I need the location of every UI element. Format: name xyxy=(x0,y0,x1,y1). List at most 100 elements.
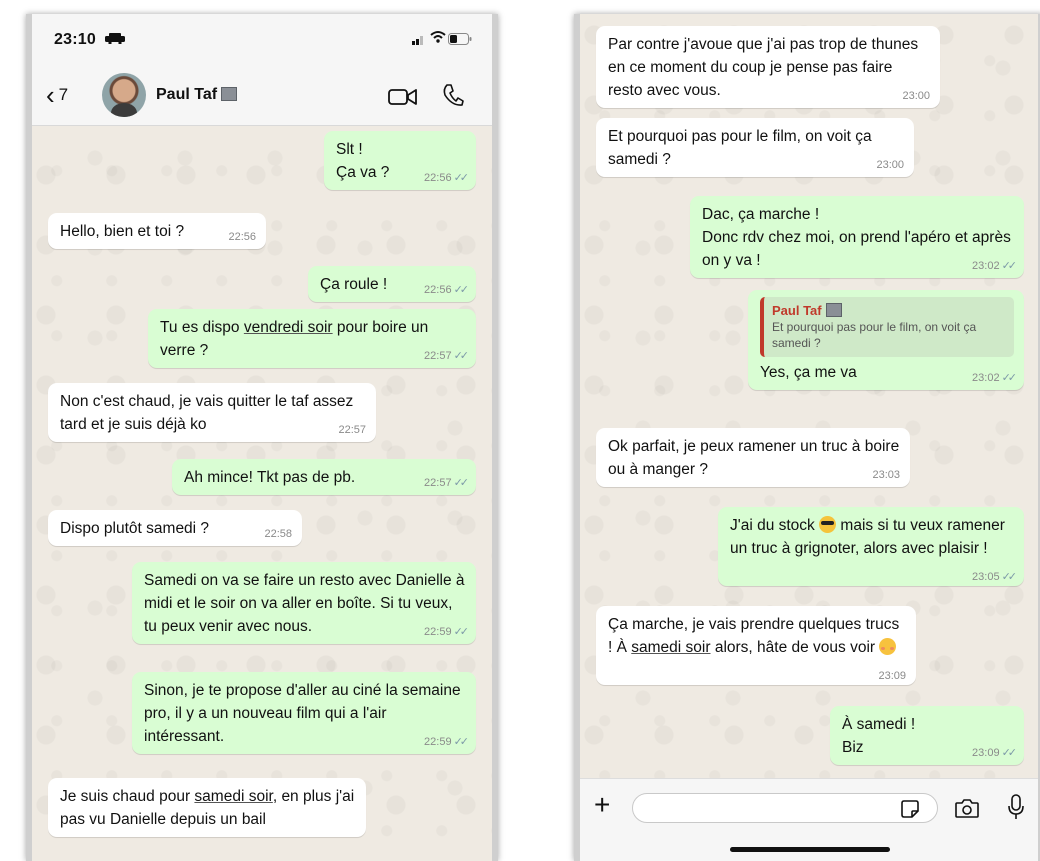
message-incoming[interactable]: Ça marche, je vais prendre quelques truc… xyxy=(596,606,916,685)
message-text: À samedi ! xyxy=(842,716,916,733)
message-time: 22:58 xyxy=(264,528,292,540)
phone-icon[interactable] xyxy=(442,83,464,107)
message-time: 22:56 xyxy=(424,284,452,296)
message-text: Ah mince! Tkt pas de pb. xyxy=(184,469,356,486)
back-button[interactable]: ‹ 7 xyxy=(46,82,68,108)
quoted-text: Et pourquoi pas pour le film, on voit ça… xyxy=(772,320,977,350)
sticker-icon[interactable] xyxy=(900,799,920,819)
message-time: 23:03 xyxy=(872,469,900,481)
sunglasses-emoji-icon xyxy=(819,516,837,533)
message-time: 23:00 xyxy=(902,90,930,102)
message-outgoing[interactable]: Dac, ça marche ! Donc rdv chez moi, on p… xyxy=(690,196,1024,278)
contact-name-text: Paul Taf xyxy=(156,86,218,103)
building-emoji-icon xyxy=(825,303,842,317)
chat-screen-right: Par contre j'avoue que j'ai pas trop de … xyxy=(574,14,1040,861)
battery-icon xyxy=(448,33,472,45)
avatar[interactable] xyxy=(102,73,146,117)
chat-header: ‹ 7 Paul Taf xyxy=(32,66,492,126)
message-text: J'ai du stock xyxy=(730,517,815,534)
message-text: Non c'est chaud, je vais quitter le taf … xyxy=(60,393,354,433)
message-incoming[interactable]: Dispo plutôt samedi ? 22:58 xyxy=(48,510,302,546)
message-text: Slt ! xyxy=(336,141,363,158)
message-text: Dispo plutôt samedi ? xyxy=(60,520,210,537)
date-link[interactable]: samedi soir xyxy=(194,788,272,805)
read-receipt-icon: ✓✓ xyxy=(453,626,470,638)
message-text: Biz xyxy=(842,739,864,756)
message-incoming[interactable]: Par contre j'avoue que j'ai pas trop de … xyxy=(596,26,940,108)
read-receipt-icon: ✓✓ xyxy=(453,477,470,489)
message-text: Je suis chaud pour xyxy=(60,788,195,805)
message-incoming[interactable]: Je suis chaud pour samedi soir, en plus … xyxy=(48,778,366,837)
message-time: 22:59 xyxy=(424,736,452,748)
read-receipt-icon: ✓✓ xyxy=(1001,747,1018,759)
message-text: Yes, ça me va xyxy=(760,364,857,381)
microphone-icon[interactable] xyxy=(1008,794,1024,820)
read-receipt-icon: ✓✓ xyxy=(453,350,470,362)
message-time: 22:57 xyxy=(424,350,452,362)
read-receipt-icon: ✓✓ xyxy=(453,172,470,184)
quoted-author: Paul Taf xyxy=(772,303,822,318)
building-emoji-icon xyxy=(221,87,238,101)
read-receipt-icon: ✓✓ xyxy=(1001,260,1018,272)
message-text: Dac, ça marche ! xyxy=(702,206,820,223)
chat-screen-left: 23:10 ‹ 7 Paul Taf Slt ! Ça va ? 22:56 ✓✓ … xyxy=(26,14,498,861)
home-indicator[interactable] xyxy=(730,847,890,852)
message-time: 23:02 xyxy=(972,372,1000,384)
message-time: 22:57 xyxy=(338,424,366,436)
message-input[interactable] xyxy=(632,793,938,823)
blushing-face-emoji-icon xyxy=(879,638,897,655)
message-outgoing[interactable]: Tu es dispo vendredi soir pour boire un … xyxy=(148,309,476,368)
message-time: 23:00 xyxy=(876,159,904,171)
car-icon xyxy=(105,33,125,44)
message-time: 22:56 xyxy=(228,231,256,243)
message-outgoing[interactable]: Slt ! Ça va ? 22:56 ✓✓ xyxy=(324,131,476,190)
read-receipt-icon: ✓✓ xyxy=(453,284,470,296)
message-outgoing[interactable]: Sinon, je te propose d'aller au ciné la … xyxy=(132,672,476,754)
unread-count: 7 xyxy=(58,85,69,104)
message-outgoing[interactable]: Ah mince! Tkt pas de pb. 22:57 ✓✓ xyxy=(172,459,476,495)
message-text: Sinon, je te propose d'aller au ciné la … xyxy=(144,682,461,745)
message-text: Tu es dispo xyxy=(160,319,244,336)
contact-name[interactable]: Paul Taf xyxy=(156,86,238,104)
date-link[interactable]: samedi soir xyxy=(631,639,710,656)
message-text: Donc rdv chez moi, on prend l'apéro et a… xyxy=(702,229,1011,269)
read-receipt-icon: ✓✓ xyxy=(1001,571,1018,583)
read-receipt-icon: ✓✓ xyxy=(453,736,470,748)
message-incoming[interactable]: Hello, bien et toi ? 22:56 xyxy=(48,213,266,249)
message-text: Samedi on va se faire un resto avec Dani… xyxy=(144,572,465,635)
plus-icon[interactable]: + xyxy=(594,791,610,819)
message-composer: + xyxy=(580,778,1038,861)
message-text: Ça roule ! xyxy=(320,276,388,293)
quoted-message[interactable]: Paul Taf Et pourquoi pas pour le film, o… xyxy=(760,297,1014,357)
read-receipt-icon: ✓✓ xyxy=(1001,372,1018,384)
video-camera-icon[interactable] xyxy=(388,88,418,106)
message-outgoing-reply[interactable]: Paul Taf Et pourquoi pas pour le film, o… xyxy=(748,290,1024,390)
status-bar: 23:10 xyxy=(32,14,492,66)
message-text: Ça va ? xyxy=(336,164,390,181)
camera-icon[interactable] xyxy=(954,797,980,819)
message-outgoing[interactable]: J'ai du stock mais si tu veux ramener un… xyxy=(718,507,1024,586)
message-time: 22:59 xyxy=(424,626,452,638)
message-incoming[interactable]: Non c'est chaud, je vais quitter le taf … xyxy=(48,383,376,442)
message-incoming[interactable]: Et pourquoi pas pour le film, on voit ça… xyxy=(596,118,914,177)
message-text: Ok parfait, je peux ramener un truc à bo… xyxy=(608,438,900,478)
wifi-icon xyxy=(430,31,446,43)
message-incoming[interactable]: Ok parfait, je peux ramener un truc à bo… xyxy=(596,428,910,487)
message-text: Hello, bien et toi ? xyxy=(60,223,185,240)
message-time: 23:09 xyxy=(972,747,1000,759)
message-time: 23:09 xyxy=(878,670,906,682)
message-outgoing[interactable]: Ça roule ! 22:56 ✓✓ xyxy=(308,266,476,302)
date-link[interactable]: vendredi soir xyxy=(244,319,333,336)
message-text: Par contre j'avoue que j'ai pas trop de … xyxy=(608,36,919,99)
signal-icon xyxy=(412,36,423,45)
message-text: Et pourquoi pas pour le film, on voit ça… xyxy=(608,128,872,168)
message-outgoing[interactable]: Samedi on va se faire un resto avec Dani… xyxy=(132,562,476,644)
message-time: 22:56 xyxy=(424,172,452,184)
message-time: 23:02 xyxy=(972,260,1000,272)
message-outgoing[interactable]: À samedi ! Biz 23:09 ✓✓ xyxy=(830,706,1024,765)
status-time: 23:10 xyxy=(54,31,96,48)
message-time: 22:57 xyxy=(424,477,452,489)
message-text: alors, hâte de vous voir xyxy=(710,639,876,656)
message-time: 23:05 xyxy=(972,571,1000,583)
chevron-left-icon: ‹ xyxy=(46,80,55,110)
